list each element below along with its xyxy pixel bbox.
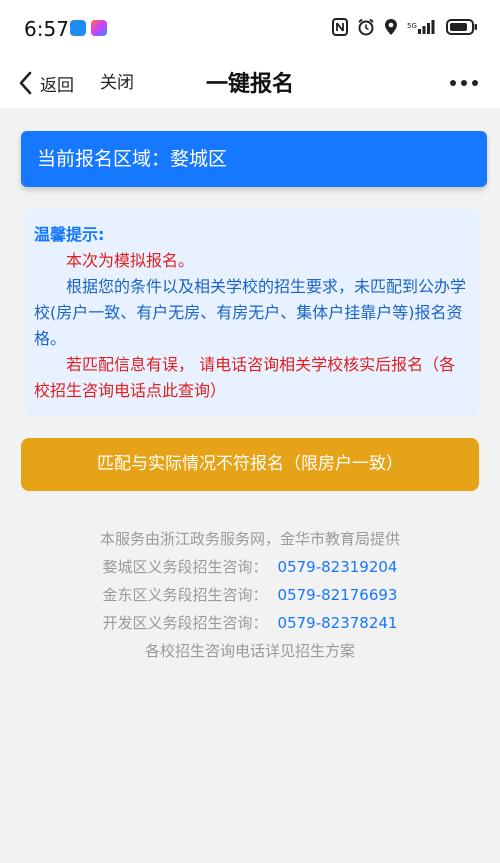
more-dot <box>472 80 478 86</box>
alarm-icon <box>358 18 374 36</box>
svg-text:5G: 5G <box>407 22 417 30</box>
contact-row-wucheng: 婺城区义务段招生咨询： 0579-82319204 <box>0 553 500 581</box>
service-provider-text: 本服务由浙江政务服务网，金华市教育局提供 <box>99 530 400 548</box>
location-icon <box>385 19 397 35</box>
app-store-icon <box>91 20 107 36</box>
footer: 本服务由浙江政务服务网，金华市教育局提供 婺城区义务段招生咨询： 0579-823… <box>0 525 500 665</box>
more-dot <box>450 80 456 86</box>
admission-plan-note: 各校招生咨询电话详见招生方案 <box>144 642 355 660</box>
notice-simulation-text: 本次为模拟报名。 <box>66 251 195 270</box>
cloud-app-icon <box>70 20 86 36</box>
notice-title: 温馨提示: <box>34 225 105 244</box>
page-title: 一键报名 <box>205 72 294 97</box>
signal-icon: 5G <box>407 20 435 34</box>
status-bar: 6:57 5G <box>0 0 500 58</box>
contact-label: 婺城区义务段招生咨询： <box>102 558 268 576</box>
back-button[interactable]: 返回 <box>18 68 74 98</box>
notice-eligibility-text: 根据您的条件以及相关学校的招生要求，未匹配到公办学校(房户一致、有户无房、有房无… <box>34 277 467 348</box>
phone-link[interactable]: 0579-82176693 <box>278 586 398 604</box>
back-label: 返回 <box>40 75 74 96</box>
contact-row-kaifaqu: 开发区义务段招生咨询： 0579-82378241 <box>0 609 500 637</box>
notice-contact-link[interactable]: 若匹配信息有误， 请电话咨询相关学校核实后报名（各校招生咨询电话点此查询） <box>34 352 469 404</box>
phone-link[interactable]: 0579-82319204 <box>278 558 398 576</box>
more-icon[interactable] <box>450 71 478 95</box>
contact-label: 金东区义务段招生咨询： <box>102 586 268 604</box>
status-time: 6:57 <box>24 17 69 41</box>
mismatch-register-button[interactable]: 匹配与实际情况不符报名（限房户一致） <box>21 438 479 491</box>
current-region-banner: 当前报名区域：婺城区 <box>21 131 487 187</box>
phone-link[interactable]: 0579-82378241 <box>278 614 398 632</box>
status-icons: 5G <box>332 18 478 36</box>
nav-bar: 返回 关闭 一键报名 <box>0 58 500 108</box>
contact-row-jindong: 金东区义务段招生咨询： 0579-82176693 <box>0 581 500 609</box>
close-button[interactable]: 关闭 <box>100 68 134 98</box>
nfc-icon <box>332 18 348 36</box>
notice-panel: 温馨提示: 本次为模拟报名。 根据您的条件以及相关学校的招生要求，未匹配到公办学… <box>25 209 479 416</box>
battery-icon <box>446 19 477 35</box>
contact-label: 开发区义务段招生咨询： <box>102 614 268 632</box>
chevron-left-icon <box>19 71 32 95</box>
more-dot <box>461 80 467 86</box>
